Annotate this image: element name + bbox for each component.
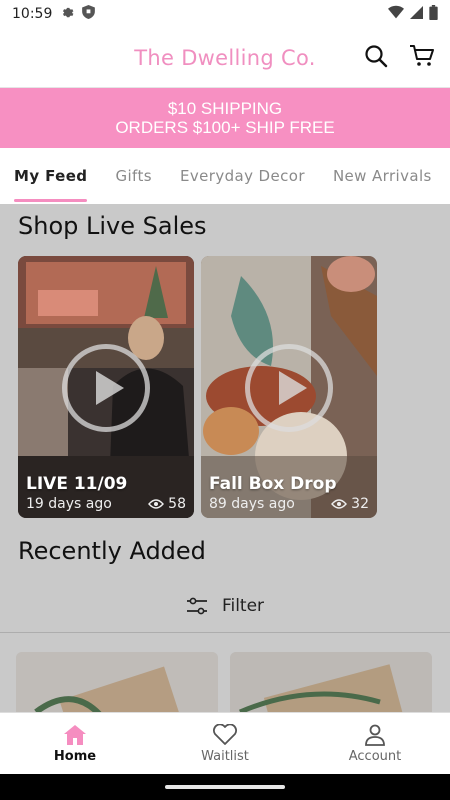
nav-home-label: Home — [53, 748, 97, 764]
cart-button[interactable] — [408, 42, 436, 70]
shield-icon — [82, 5, 96, 23]
wifi-icon — [388, 5, 404, 23]
play-icon — [96, 371, 124, 405]
live-sale-card[interactable]: Fall Box Drop 89 days ago 32 — [201, 256, 377, 518]
settings-gear-icon — [60, 5, 74, 23]
card-age: 89 days ago — [209, 496, 295, 512]
nav-account[interactable]: Account — [300, 713, 450, 774]
tab-new-arrivals[interactable]: New Arrivals — [319, 148, 446, 204]
promo-line-2: ORDERS $100+ SHIP FREE — [115, 118, 335, 137]
card-title: LIVE 11/09 — [26, 474, 128, 494]
nav-waitlist-label: Waitlist — [201, 748, 249, 764]
battery-icon — [429, 4, 438, 24]
nav-waitlist[interactable]: Waitlist — [150, 713, 300, 774]
status-bar: 10:59 — [0, 0, 450, 28]
play-icon — [279, 371, 307, 405]
system-gesture-bar — [0, 774, 450, 800]
bottom-nav: Home Waitlist Account — [0, 712, 450, 774]
category-tabs: My Feed Gifts Everyday Decor New Arrival… — [0, 148, 450, 204]
product-card[interactable] — [230, 652, 432, 712]
view-count: 32 — [351, 496, 369, 512]
play-button[interactable] — [245, 344, 333, 432]
tab-my-feed[interactable]: My Feed — [0, 148, 101, 204]
person-icon — [365, 724, 385, 746]
search-button[interactable] — [362, 42, 390, 70]
home-icon — [64, 724, 86, 745]
card-age: 19 days ago — [26, 496, 112, 512]
nav-home[interactable]: Home — [0, 713, 150, 774]
tab-everyday-decor[interactable]: Everyday Decor — [166, 148, 319, 204]
product-card[interactable] — [16, 652, 218, 712]
play-button[interactable] — [62, 344, 150, 432]
card-title: Fall Box Drop — [209, 474, 337, 494]
app-header: The Dwelling Co. — [0, 28, 450, 88]
live-sale-card[interactable]: LIVE 11/09 19 days ago 58 — [18, 256, 194, 518]
home-gesture-handle[interactable] — [165, 785, 285, 789]
divider — [0, 632, 450, 633]
product-image — [16, 652, 218, 712]
nav-account-label: Account — [348, 748, 402, 764]
tab-gifts[interactable]: Gifts — [101, 148, 166, 204]
filter-label: Filter — [221, 596, 265, 616]
recently-added-title: Recently Added — [18, 537, 206, 565]
live-sales-title: Shop Live Sales — [18, 212, 207, 240]
filter-button[interactable]: Filter — [0, 588, 450, 624]
promo-banner[interactable]: $10 SHIPPING ORDERS $100+ SHIP FREE — [0, 88, 450, 148]
cell-signal-icon — [410, 5, 423, 23]
promo-line-1: $10 SHIPPING — [167, 99, 283, 118]
cart-icon — [410, 45, 434, 66]
search-icon — [365, 45, 388, 68]
filter-sliders-icon — [186, 597, 207, 615]
eye-icon — [148, 499, 165, 509]
feed-content: Shop Live Sales LIVE 11/09 19 days ago 5… — [0, 204, 450, 712]
product-image — [230, 652, 432, 712]
status-time: 10:59 — [12, 6, 53, 22]
eye-icon — [331, 499, 348, 509]
view-count: 58 — [168, 496, 186, 512]
heart-icon — [213, 723, 237, 745]
